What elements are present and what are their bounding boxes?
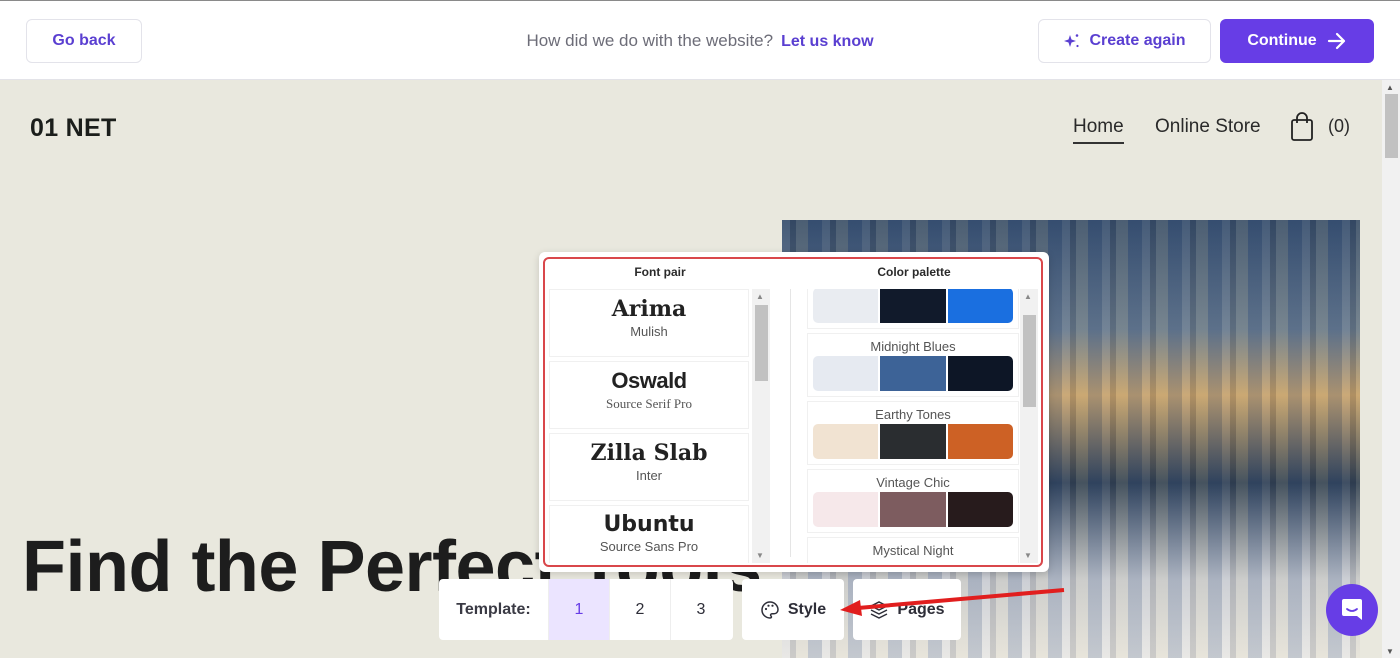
column-divider	[790, 289, 791, 557]
nav-online-store[interactable]: Online Store	[1155, 116, 1261, 138]
create-again-label: Create again	[1089, 32, 1186, 49]
pages-label: Pages	[897, 600, 945, 618]
swatch	[880, 492, 946, 527]
template-option-1[interactable]: 1	[548, 579, 609, 640]
font-pair-option[interactable]: Oswald Source Serif Pro	[549, 361, 749, 429]
template-selector: Template: 1 2 3	[439, 579, 733, 640]
template-option-2[interactable]: 2	[609, 579, 670, 640]
swatch	[880, 424, 946, 459]
font-body: Source Sans Pro	[599, 539, 699, 554]
font-pair-option[interactable]: Ubuntu Source Sans Pro	[549, 505, 749, 563]
scroll-down-icon[interactable]: ▼	[756, 551, 764, 560]
font-pair-option[interactable]: Zilla Slab Inter	[549, 433, 749, 501]
palette-name: Vintage Chic	[876, 475, 950, 490]
scroll-up-icon[interactable]: ▲	[1024, 292, 1032, 301]
layers-icon	[871, 600, 888, 619]
palette-swatches	[813, 492, 1013, 527]
swatch	[947, 424, 1013, 459]
font-body: Source Serif Pro	[606, 396, 692, 411]
font-pair-option[interactable]: Arima Mulish	[549, 289, 749, 357]
font-list-scrollbar[interactable]: ▲ ▼	[752, 289, 770, 563]
font-body: Inter	[635, 468, 662, 483]
palette-option[interactable]: Mystical Night	[807, 537, 1019, 563]
scroll-up-icon[interactable]: ▲	[756, 292, 764, 301]
continue-label: Continue	[1247, 32, 1317, 49]
scrollbar-thumb[interactable]	[1023, 315, 1036, 407]
continue-button[interactable]: Continue	[1220, 19, 1374, 63]
swatch	[947, 356, 1013, 391]
scroll-down-icon[interactable]: ▼	[1386, 647, 1394, 656]
scrollbar-thumb[interactable]	[755, 305, 768, 381]
cart-count: (0)	[1328, 116, 1350, 136]
style-label: Style	[787, 600, 827, 618]
palette-option[interactable]	[807, 289, 1019, 329]
palette-list-scrollbar[interactable]: ▲ ▼	[1020, 289, 1038, 563]
swatch	[880, 356, 946, 391]
swatch	[880, 289, 946, 323]
template-option-3[interactable]: 3	[670, 579, 731, 640]
sparkle-icon	[1064, 34, 1080, 48]
font-heading: Zilla Slab	[590, 440, 708, 466]
create-again-button[interactable]: Create again	[1038, 19, 1211, 63]
font-heading: Oswald	[611, 368, 687, 393]
editor-top-bar: Go back How did we do with the website? L…	[0, 0, 1400, 80]
font-heading: Ubuntu	[603, 512, 695, 537]
style-button[interactable]: Style	[742, 579, 844, 640]
font-body: Mulish	[630, 324, 668, 339]
feedback-question: How did we do with the website?	[526, 31, 774, 50]
swatch	[947, 289, 1013, 323]
palette-option[interactable]: Midnight Blues	[807, 333, 1019, 397]
chat-button[interactable]	[1326, 584, 1378, 636]
swatch	[813, 356, 879, 391]
palette-option[interactable]: Earthy Tones	[807, 401, 1019, 465]
swatch	[813, 492, 879, 527]
color-palette-list: Midnight Blues Earthy Tones Vintage Chic	[807, 289, 1021, 563]
palette-name: Midnight Blues	[870, 339, 956, 354]
style-panel: Font pair Color palette Arima Mulish Osw…	[539, 252, 1049, 572]
palette-name: Mystical Night	[872, 543, 954, 558]
color-palette-title: Color palette	[877, 265, 951, 279]
font-heading: Arima	[611, 296, 687, 322]
nav-home[interactable]: Home	[1073, 116, 1124, 144]
swatch	[813, 289, 879, 323]
palette-name: Earthy Tones	[875, 407, 951, 422]
pages-button[interactable]: Pages	[853, 579, 961, 640]
page-scrollbar[interactable]: ▲ ▼	[1382, 80, 1400, 658]
scroll-down-icon[interactable]: ▼	[1024, 551, 1032, 560]
let-us-know-link[interactable]: Let us know	[781, 33, 873, 50]
palette-swatches	[813, 356, 1013, 391]
swatch	[813, 424, 879, 459]
scrollbar-thumb[interactable]	[1385, 94, 1398, 158]
scroll-up-icon[interactable]: ▲	[1386, 83, 1394, 92]
palette-option[interactable]: Vintage Chic	[807, 469, 1019, 533]
style-panel-highlight: Font pair Color palette Arima Mulish Osw…	[543, 257, 1043, 567]
arrow-right-icon	[1327, 32, 1345, 50]
shopping-bag-icon[interactable]	[1290, 112, 1314, 142]
swatch	[947, 492, 1013, 527]
font-pair-list: Arima Mulish Oswald Source Serif Pro Zil…	[549, 289, 771, 563]
palette-icon	[761, 600, 779, 619]
palette-swatches	[813, 424, 1013, 459]
site-logo[interactable]: 01 NET	[30, 114, 117, 143]
palette-swatches	[813, 289, 1013, 323]
font-pair-title: Font pair	[634, 265, 686, 279]
template-label: Template:	[456, 600, 531, 618]
chat-icon	[1342, 599, 1362, 620]
